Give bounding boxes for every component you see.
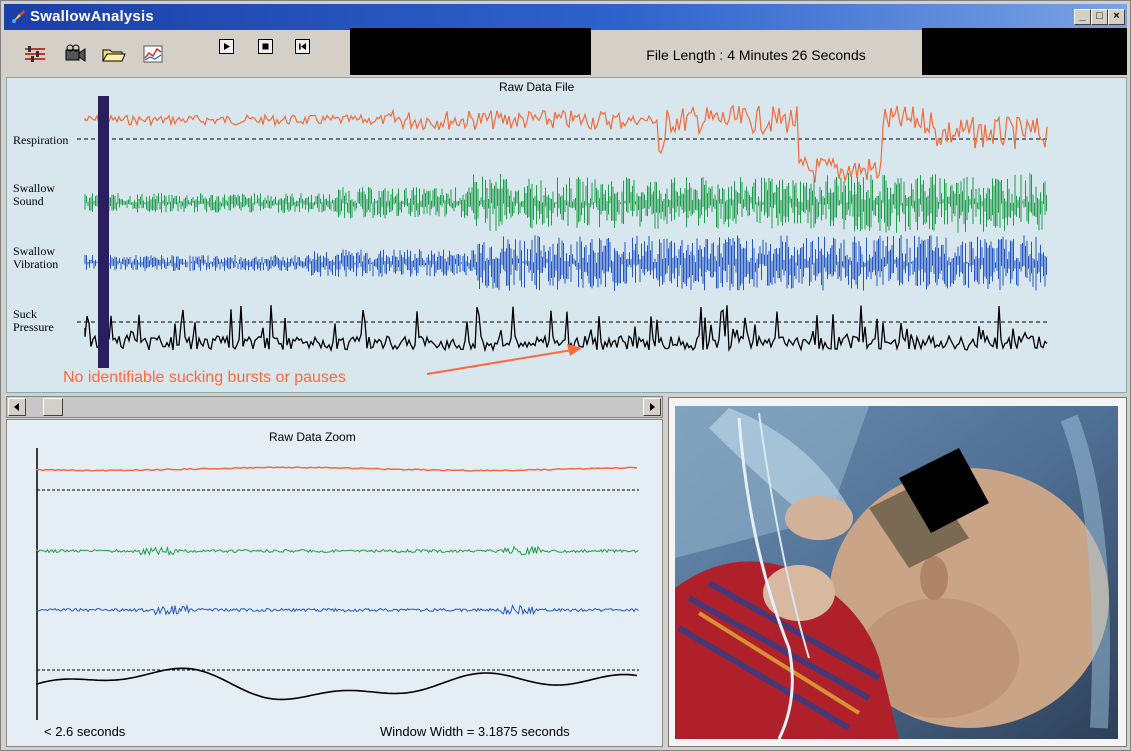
redaction-box <box>922 28 1127 75</box>
window-title: SwallowAnalysis <box>30 8 154 25</box>
settings-icon <box>25 46 45 62</box>
close-button[interactable]: × <box>1108 9 1125 25</box>
minimize-icon: _ <box>1079 10 1086 22</box>
scroll-thumb[interactable] <box>43 398 63 416</box>
infant-video-frame <box>675 406 1118 740</box>
scroll-left-button[interactable] <box>8 398 26 416</box>
camera-icon <box>65 44 86 62</box>
video-panel <box>668 397 1127 747</box>
swallow-sound-label: Swallow Sound <box>13 181 55 208</box>
raw-data-plot <box>77 96 1048 375</box>
window-width-label: Window Width = 3.1875 seconds <box>380 724 570 739</box>
swallow-vibration-trace <box>84 235 1047 291</box>
app-logo-icon <box>12 10 25 23</box>
maximize-button[interactable]: □ <box>1091 9 1108 25</box>
zoom-vibration-trace <box>36 603 639 616</box>
timeline-scrollbar[interactable] <box>6 396 663 418</box>
play-icon <box>224 43 230 50</box>
zoom-plot <box>36 448 639 720</box>
scroll-right-button[interactable] <box>643 398 661 416</box>
camera-button[interactable] <box>62 41 88 67</box>
zoom-pressure-trace <box>36 667 638 701</box>
rewind-button[interactable] <box>295 39 310 54</box>
open-file-button[interactable] <box>100 41 126 67</box>
suck-pressure-label: Suck Pressure <box>13 307 54 334</box>
maximize-icon: □ <box>1096 10 1103 22</box>
zoom-respiration-trace <box>36 466 637 472</box>
arrow-right-icon <box>650 403 655 411</box>
zoom-panel[interactable]: Raw Data Zoom < 2.6 seconds Window Width… <box>6 419 663 747</box>
zoom-sound-trace <box>36 545 639 557</box>
file-length-readout: File Length : 4 Minutes 26 Seconds <box>646 47 866 63</box>
open-folder-icon <box>102 49 126 62</box>
chart-button[interactable] <box>140 41 166 67</box>
suck-pressure-trace <box>84 305 1048 353</box>
arrow-left-icon <box>14 403 19 411</box>
raw-data-panel[interactable]: Raw Data File Respiration Swallow Sound … <box>6 77 1127 393</box>
stop-button[interactable] <box>258 39 273 54</box>
zoom-left-label: < 2.6 seconds <box>44 724 126 739</box>
time-cursor <box>98 96 109 368</box>
app-window: SwallowAnalysis _ □ × File Length: 4 Mi… <box>0 0 1131 751</box>
rewind-icon <box>299 43 306 50</box>
respiration-label: Respiration <box>13 133 69 147</box>
redaction-box <box>350 28 591 75</box>
annotation-text: No identifiable sucking bursts or pauses <box>63 369 346 386</box>
respiration-trace <box>84 104 1048 184</box>
stop-icon <box>262 43 269 50</box>
swallow-sound-trace <box>84 173 1047 233</box>
settings-button[interactable] <box>22 41 48 67</box>
annotation-arrow <box>426 349 573 375</box>
title-bar[interactable]: SwallowAnalysis _ □ × <box>4 4 1127 30</box>
chart-icon <box>143 45 163 63</box>
raw-data-title: Raw Data File <box>499 80 575 94</box>
minimize-button[interactable]: _ <box>1074 9 1091 25</box>
zoom-title: Raw Data Zoom <box>269 430 356 444</box>
swallow-vibration-label: Swallow Vibration <box>13 244 59 271</box>
play-button[interactable] <box>219 39 234 54</box>
close-icon: × <box>1113 10 1120 22</box>
